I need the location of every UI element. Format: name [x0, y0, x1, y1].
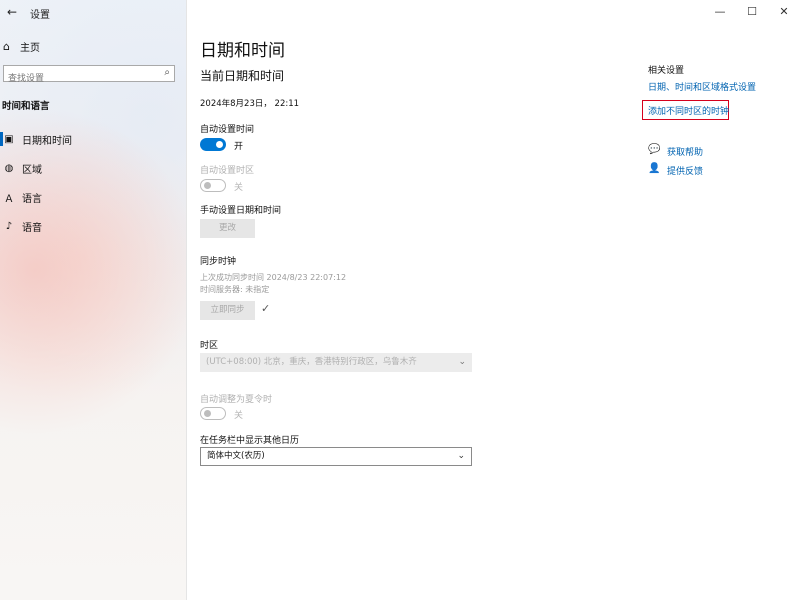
toggle-knob	[204, 410, 211, 417]
home-icon: ⌂	[3, 39, 10, 53]
auto-time-toggle[interactable]	[200, 138, 226, 151]
title-bar: ← 设置 — ☐ ✕	[0, 0, 800, 24]
toggle-knob	[204, 182, 211, 189]
calendar-label: 在任务栏中显示其他日历	[200, 436, 300, 446]
section-label: 时间和语言	[2, 101, 50, 112]
chevron-down-icon: ⌄	[458, 357, 466, 367]
sidebar-item-label: 日期和时间	[22, 135, 72, 147]
nav-home-label: 主页	[20, 42, 40, 54]
add-clocks-link[interactable]: 添加不同时区的时钟	[648, 104, 729, 117]
current-datetime: 2024年8月23日， 22:11	[200, 99, 300, 109]
window-controls: — ☐ ✕	[704, 0, 800, 24]
sidebar-item-label: 语音	[22, 222, 42, 234]
timezone-value: (UTC+08:00) 北京，重庆，香港特别行政区，乌鲁木齐	[206, 357, 417, 367]
sidebar-item-speech[interactable]: ♪ 语音	[0, 215, 180, 237]
sync-now-button: 立即同步	[200, 301, 255, 320]
sidebar-item-date-time[interactable]: ▣ 日期和时间	[0, 128, 180, 150]
app-title: 设置	[30, 10, 50, 21]
language-icon: Ａ	[4, 193, 14, 205]
search-input[interactable]	[4, 71, 158, 87]
calendar-select[interactable]: 简体中文(农历) ⌄	[200, 447, 472, 466]
get-help-link[interactable]: 获取帮助	[667, 145, 703, 158]
timezone-label: 时区	[200, 341, 219, 351]
auto-time-state: 开	[234, 142, 244, 152]
feedback-link[interactable]: 提供反馈	[667, 164, 703, 177]
dst-label: 自动调整为夏令时	[200, 395, 273, 405]
check-icon: ✓	[261, 302, 271, 315]
calendar-clock-icon: ▣	[4, 133, 14, 145]
sidebar	[0, 0, 187, 600]
calendar-value: 简体中文(农历)	[207, 451, 265, 461]
microphone-icon: ♪	[5, 220, 13, 232]
timezone-select: (UTC+08:00) 北京，重庆，香港特别行政区，乌鲁木齐 ⌄	[200, 353, 472, 372]
manual-set-label: 手动设置日期和时间	[200, 206, 282, 216]
sidebar-item-label: 语言	[22, 193, 42, 205]
dst-toggle	[200, 407, 226, 420]
minimize-button[interactable]: —	[704, 0, 736, 24]
auto-timezone-toggle	[200, 179, 226, 192]
change-button: 更改	[200, 219, 255, 238]
settings-window: ← 设置 — ☐ ✕ ⌂ 主页 ⌕ 时间和语言 ▣ 日期和时间 ◍ 区域 Ａ 语…	[0, 0, 800, 600]
toggle-knob	[216, 141, 223, 148]
dst-state: 关	[234, 411, 244, 421]
page-title: 日期和时间	[200, 41, 285, 61]
sidebar-item-language[interactable]: Ａ 语言	[0, 186, 180, 208]
back-arrow-icon[interactable]: ←	[4, 4, 20, 20]
chat-help-icon: 💬	[648, 144, 661, 155]
feedback-person-icon: 👤	[648, 163, 661, 174]
sidebar-item-label: 区域	[22, 164, 42, 176]
auto-time-label: 自动设置时间	[200, 125, 255, 135]
close-button[interactable]: ✕	[768, 0, 800, 24]
search-icon[interactable]: ⌕	[164, 67, 170, 78]
auto-timezone-label: 自动设置时区	[200, 166, 255, 176]
maximize-button[interactable]: ☐	[736, 0, 768, 24]
related-settings-title: 相关设置	[648, 66, 685, 76]
auto-timezone-state: 关	[234, 183, 244, 193]
section-title-current: 当前日期和时间	[200, 69, 285, 83]
nav-home[interactable]: ⌂ 主页	[0, 37, 180, 55]
sidebar-item-region[interactable]: ◍ 区域	[0, 157, 180, 179]
time-server-text: 时间服务器: 未指定	[200, 285, 270, 294]
chevron-down-icon: ⌄	[457, 451, 465, 461]
last-sync-text: 上次成功同步时间 2024/8/23 22:07:12	[200, 273, 347, 282]
search-box[interactable]: ⌕	[3, 65, 175, 87]
sync-title: 同步时钟	[200, 257, 237, 267]
globe-icon: ◍	[4, 162, 14, 174]
region-format-link[interactable]: 日期、时间和区域格式设置	[648, 80, 756, 93]
